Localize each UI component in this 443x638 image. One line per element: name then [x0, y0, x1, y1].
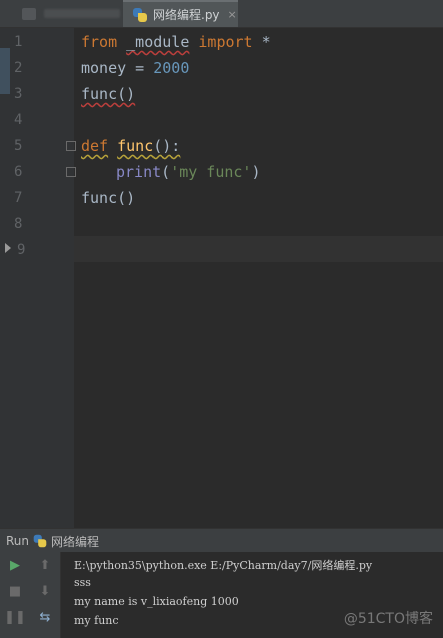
function-params: ():	[153, 137, 181, 155]
keyword: from	[81, 33, 118, 51]
tab-close-icon[interactable]: ×	[228, 8, 237, 21]
rerun-icon[interactable]: ▶	[6, 556, 24, 574]
variable: money	[81, 59, 127, 77]
python-file-icon	[33, 534, 47, 548]
tab-label-obscured	[43, 9, 120, 18]
file-icon	[22, 7, 36, 20]
run-panel-header: Run 网络编程	[0, 528, 443, 553]
function-call: func()	[81, 189, 136, 207]
current-line-highlight	[74, 236, 443, 262]
line-number: 3	[14, 86, 23, 102]
soft-wrap-icon[interactable]: ⇆	[36, 608, 54, 626]
paren: (	[161, 163, 171, 181]
fold-close-icon[interactable]	[66, 167, 76, 177]
stop-icon[interactable]: ■	[6, 582, 24, 600]
run-toolbar: ▶ ⬆ ■ ⬇ ❚❚ ⇆	[0, 552, 61, 638]
watermark: @51CTO博客	[343, 611, 433, 627]
keyword: def	[81, 137, 109, 155]
code-line-2: money = 2000	[81, 55, 189, 81]
operator: =	[126, 59, 154, 77]
keyword: import	[198, 33, 253, 51]
line-number: 6	[14, 164, 23, 180]
run-label[interactable]: Run	[6, 534, 29, 548]
tab-active[interactable]: 网络编程.py ×	[123, 0, 238, 27]
pause-icon[interactable]: ❚❚	[4, 608, 26, 626]
function-name: func	[117, 137, 154, 155]
string-literal: 'my func'	[170, 163, 252, 181]
line-number: 5	[14, 138, 23, 154]
code-line-7: func()	[81, 185, 135, 211]
line-number: 8	[14, 216, 23, 232]
down-arrow-icon[interactable]: ⬇	[36, 582, 54, 600]
fold-open-icon[interactable]	[66, 141, 76, 151]
number-literal: 2000	[153, 59, 190, 77]
code-line-5: def func():	[81, 133, 180, 159]
console-line: my name is v_lixiaofeng 1000	[74, 595, 239, 608]
code-line-3: func()	[81, 81, 135, 107]
line-number: 9	[17, 242, 26, 258]
structure-strip	[0, 28, 12, 528]
module-name: _module	[126, 33, 190, 51]
editor-tab-bar: 网络编程.py ×	[0, 0, 443, 28]
run-config-name: 网络编程	[51, 534, 100, 549]
paren: )	[251, 163, 261, 181]
tab-label: 网络编程.py	[153, 8, 220, 22]
line-number: 7	[14, 190, 23, 206]
console-line: sss	[74, 576, 91, 589]
console-line: my func	[74, 614, 119, 627]
console-line: E:\python35\python.exe E:/PyCharm/day7/网…	[74, 559, 373, 572]
line-number: 4	[14, 112, 23, 128]
line-number: 1	[14, 34, 23, 50]
tab-inactive[interactable]	[0, 0, 120, 27]
builtin: print	[116, 163, 162, 181]
python-file-icon	[133, 7, 147, 22]
code-line-6: print('my func')	[116, 159, 261, 185]
import-star: *	[252, 33, 271, 51]
function-call: func()	[81, 85, 136, 103]
up-arrow-icon[interactable]: ⬆	[36, 556, 54, 574]
line-number: 2	[14, 60, 23, 76]
code-line-1: from _module import *	[81, 29, 271, 55]
caret-marker-icon	[5, 243, 11, 253]
